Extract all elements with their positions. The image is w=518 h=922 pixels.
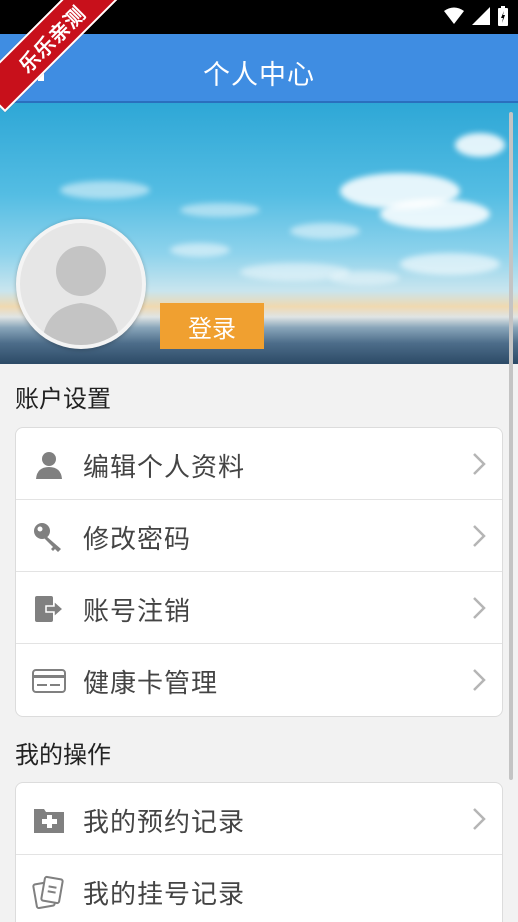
list-item-label: 我的预约记录	[83, 808, 246, 838]
account-settings-list: 编辑个人资料 修改密码 账号注销 健康卡管理	[15, 427, 503, 717]
battery-icon	[498, 6, 508, 26]
logout-icon	[35, 596, 65, 622]
page-title: 个人中心	[203, 60, 315, 91]
chevron-right-icon	[473, 453, 486, 475]
person-silhouette-icon	[42, 246, 120, 345]
key-icon	[34, 523, 61, 552]
my-operations-list: 我的预约记录 我的挂号记录	[15, 782, 503, 922]
list-item-health-card[interactable]: 健康卡管理	[16, 644, 502, 716]
list-item-appointment-records[interactable]: 我的预约记录	[16, 783, 502, 855]
list-item-label: 编辑个人资料	[83, 453, 246, 483]
user-icon	[36, 452, 62, 479]
section-title-account-settings: 账户设置	[15, 385, 111, 413]
registration-icon	[32, 875, 64, 909]
section-title-my-operations: 我的操作	[15, 741, 111, 769]
list-item-edit-profile[interactable]: 编辑个人资料	[16, 428, 502, 500]
wifi-icon	[444, 7, 464, 24]
list-item-label: 账号注销	[83, 597, 192, 627]
app-header: 个人中心	[0, 34, 518, 103]
list-item-label: 健康卡管理	[83, 669, 219, 699]
chevron-right-icon	[473, 525, 486, 547]
login-button[interactable]: 登录	[160, 303, 264, 349]
chevron-right-icon	[473, 669, 486, 691]
chevron-right-icon	[473, 808, 486, 830]
list-item-deactivate-account[interactable]: 账号注销	[16, 572, 502, 644]
list-item-registration-records[interactable]: 我的挂号记录	[16, 855, 502, 922]
appointment-icon	[34, 809, 64, 833]
chevron-right-icon	[473, 597, 486, 619]
card-icon	[32, 669, 66, 693]
list-item-label: 我的挂号记录	[83, 880, 246, 910]
signal-icon	[472, 7, 490, 25]
list-item-label: 修改密码	[83, 525, 192, 555]
list-item-change-password[interactable]: 修改密码	[16, 500, 502, 572]
scrollbar[interactable]	[509, 112, 513, 780]
avatar[interactable]	[16, 219, 146, 349]
